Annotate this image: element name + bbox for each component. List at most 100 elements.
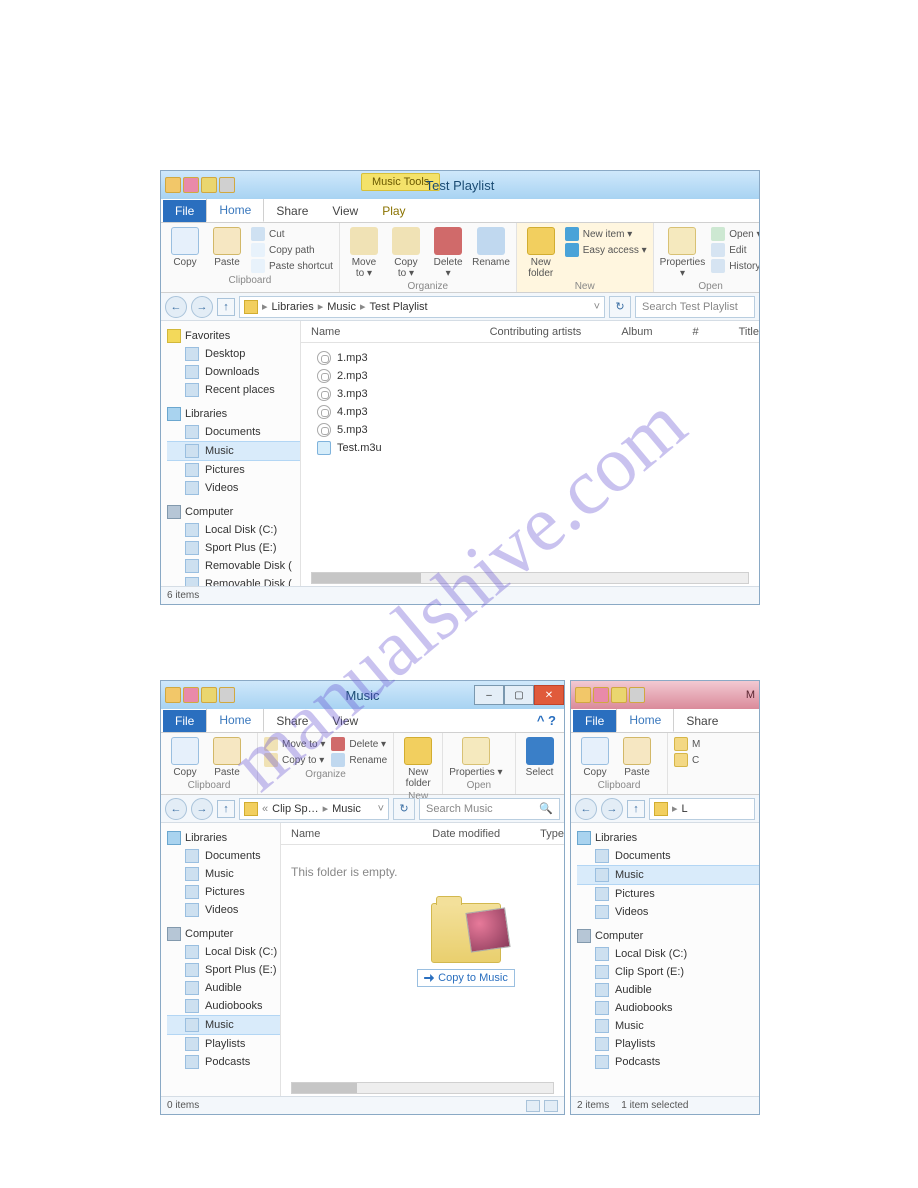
forward-button[interactable]: → [601, 798, 623, 820]
horizontal-scrollbar[interactable] [311, 572, 749, 584]
view-large-icon[interactable] [544, 1100, 558, 1112]
qat-icon[interactable] [183, 177, 199, 193]
qat-icon[interactable] [183, 687, 199, 703]
back-button[interactable]: ← [165, 296, 187, 318]
move-to-button[interactable]: Move to ▾ [346, 227, 382, 279]
qat-icon[interactable] [611, 687, 627, 703]
sidebar-item-audible[interactable]: Audible [577, 981, 759, 999]
column-headers[interactable]: Name Date modified Type [281, 823, 564, 845]
sidebar-item-recent[interactable]: Recent places [167, 381, 300, 399]
qat-dropdown-icon[interactable] [219, 687, 235, 703]
sidebar-item-videos[interactable]: Videos [577, 903, 759, 921]
nav-sidebar[interactable]: Libraries Documents Music Pictures Video… [571, 823, 759, 1096]
ribbon-item[interactable]: C [674, 753, 700, 767]
list-item[interactable]: Test.m3u [317, 439, 759, 457]
qat-icon[interactable] [201, 687, 217, 703]
tab-file[interactable]: File [163, 200, 206, 222]
address-bar[interactable]: ▸ Libraries▸ Music▸ Test Playlist ˅ [239, 296, 605, 318]
tab-share[interactable]: Share [674, 710, 730, 732]
scrollbar-thumb[interactable] [312, 573, 421, 583]
paste-shortcut-button[interactable]: Paste shortcut [251, 259, 333, 273]
history-button[interactable]: History [711, 259, 760, 273]
list-item[interactable]: 5.mp3 [317, 421, 759, 439]
new-item-button[interactable]: New item ▾ [565, 227, 647, 241]
sidebar-item-music[interactable]: Music [167, 441, 300, 461]
easy-access-button[interactable]: Easy access ▾ [565, 243, 647, 257]
qat-dropdown-icon[interactable] [629, 687, 645, 703]
new-folder-button[interactable]: New folder [400, 737, 436, 789]
maximize-button[interactable]: ▢ [504, 685, 534, 705]
sidebar-item-pictures[interactable]: Pictures [167, 883, 280, 901]
sidebar-computer-head[interactable]: Computer [167, 927, 280, 941]
sidebar-item-downloads[interactable]: Downloads [167, 363, 300, 381]
sidebar-libraries-head[interactable]: Libraries [167, 831, 280, 845]
titlebar[interactable]: M [571, 681, 759, 709]
sidebar-item-pictures[interactable]: Pictures [577, 885, 759, 903]
sidebar-item-pictures[interactable]: Pictures [167, 461, 300, 479]
sidebar-item-playlists[interactable]: Playlists [167, 1035, 280, 1053]
sidebar-item-removable[interactable]: Removable Disk ( [167, 575, 300, 586]
sidebar-item-documents[interactable]: Documents [167, 847, 280, 865]
tab-home[interactable]: Home [206, 198, 264, 222]
nav-sidebar[interactable]: Favorites Desktop Downloads Recent place… [161, 321, 301, 586]
sidebar-item-videos[interactable]: Videos [167, 479, 300, 497]
close-button[interactable]: ✕ [534, 685, 564, 705]
breadcrumb-item[interactable]: Music [332, 803, 361, 815]
refresh-button[interactable]: ↻ [609, 296, 631, 318]
col-date[interactable]: Date modified [432, 828, 500, 840]
paste-button[interactable]: Paste [209, 227, 245, 268]
sidebar-item-sportplus[interactable]: Sport Plus (E:) [167, 539, 300, 557]
search-input[interactable]: Search Test Playlist [635, 296, 755, 318]
copy-path-button[interactable]: Copy path [251, 243, 333, 257]
sidebar-item-podcasts[interactable]: Podcasts [167, 1053, 280, 1071]
up-button[interactable]: ↑ [217, 298, 235, 316]
breadcrumb-item[interactable]: Music [327, 301, 356, 313]
nav-sidebar[interactable]: Libraries Documents Music Pictures Video… [161, 823, 281, 1096]
titlebar[interactable]: Music Tools Test Playlist [161, 171, 759, 199]
sidebar-computer-head[interactable]: Computer [167, 505, 300, 519]
address-bar[interactable]: ▸ L [649, 798, 755, 820]
sidebar-item-audiobooks[interactable]: Audiobooks [167, 997, 280, 1015]
sidebar-item-videos[interactable]: Videos [167, 901, 280, 919]
qat-dropdown-icon[interactable] [219, 177, 235, 193]
search-input[interactable]: Search Music🔍 [419, 798, 560, 820]
tab-view[interactable]: View [320, 710, 370, 732]
copy-button[interactable]: Copy [167, 737, 203, 778]
sidebar-item-playlists[interactable]: Playlists [577, 1035, 759, 1053]
list-item[interactable]: 1.mp3 [317, 349, 759, 367]
sidebar-libraries-head[interactable]: Libraries [167, 407, 300, 421]
sidebar-item-music[interactable]: Music [167, 865, 280, 883]
ribbon-item[interactable]: M [674, 737, 700, 751]
list-item[interactable]: 2.mp3 [317, 367, 759, 385]
col-name[interactable]: Name [311, 326, 450, 338]
list-item[interactable]: 4.mp3 [317, 403, 759, 421]
column-headers[interactable]: Name Contributing artists Album # Title [301, 321, 759, 343]
file-pane[interactable]: Name Contributing artists Album # Title … [301, 321, 759, 586]
refresh-button[interactable]: ↻ [393, 798, 415, 820]
tab-view[interactable]: View [320, 200, 370, 222]
tab-share[interactable]: Share [264, 710, 320, 732]
qat-icon[interactable] [201, 177, 217, 193]
up-button[interactable]: ↑ [217, 800, 235, 818]
quick-access-toolbar[interactable] [161, 175, 239, 195]
sidebar-item-sportplus[interactable]: Sport Plus (E:) [167, 961, 280, 979]
drag-drop-item[interactable]: Copy to Music [411, 903, 521, 987]
col-artists[interactable]: Contributing artists [490, 326, 582, 338]
tab-home[interactable]: Home [616, 708, 674, 732]
breadcrumb-item[interactable]: Clip Sp… [272, 803, 318, 815]
sidebar-favorites-head[interactable]: Favorites [167, 329, 300, 343]
titlebar[interactable]: Music – ▢ ✕ [161, 681, 564, 709]
sidebar-computer-head[interactable]: Computer [577, 929, 759, 943]
scrollbar-thumb[interactable] [292, 1083, 357, 1093]
sidebar-item-music[interactable]: Music [577, 865, 759, 885]
sidebar-libraries-head[interactable]: Libraries [577, 831, 759, 845]
quick-access-toolbar[interactable] [161, 685, 239, 705]
horizontal-scrollbar[interactable] [291, 1082, 554, 1094]
copy-button[interactable]: Copy [577, 737, 613, 778]
breadcrumb-item[interactable]: Libraries [272, 301, 314, 313]
list-item[interactable]: 3.mp3 [317, 385, 759, 403]
move-to-button[interactable]: Move to ▾ [264, 737, 325, 751]
copy-to-button[interactable]: Copy to ▾ [264, 753, 325, 767]
qat-icon[interactable] [593, 687, 609, 703]
select-button[interactable]: Select [522, 737, 558, 778]
